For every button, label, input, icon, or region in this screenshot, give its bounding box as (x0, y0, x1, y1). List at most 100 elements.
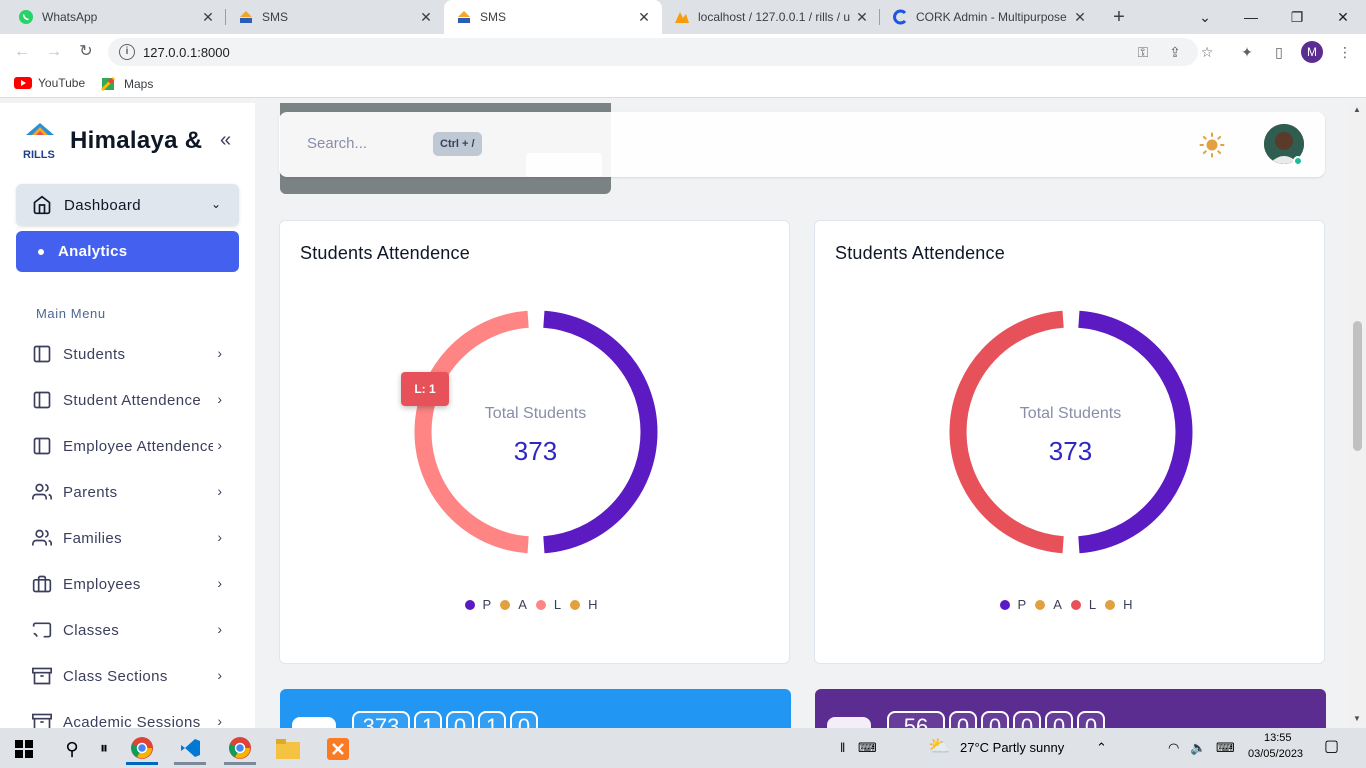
donut-slice-p[interactable] (543, 310, 658, 554)
minimize-icon[interactable]: — (1240, 6, 1262, 28)
close-icon[interactable]: ✕ (418, 9, 434, 26)
legend-item-a[interactable]: A (1035, 597, 1062, 612)
section-heading: Main Menu (36, 306, 106, 321)
tab-sms-2[interactable]: SMS ✕ (444, 0, 662, 34)
tab-sms-1[interactable]: SMS ✕ (226, 0, 444, 34)
sidebar-item-families[interactable]: Families › (32, 526, 222, 550)
address-bar[interactable]: i 127.0.0.1:8000 ⚿ ⇪ ☆ (108, 38, 1213, 66)
search-input[interactable] (307, 135, 437, 152)
legend-item-p[interactable]: P (464, 597, 491, 612)
extensions-icon[interactable]: ✦ (1236, 41, 1258, 63)
page-scrollbar[interactable]: ▲ ▼ (1349, 103, 1366, 728)
legend-item-l[interactable]: L (1070, 597, 1096, 612)
bookmark-star-icon[interactable]: ☆ (1196, 41, 1218, 63)
restore-icon[interactable]: ❐ (1286, 6, 1308, 28)
chevron-right-icon: › (217, 575, 222, 591)
chevron-right-icon: › (217, 667, 222, 683)
chrome-profile-icon[interactable] (126, 733, 158, 765)
sidebar-item-employee-attendence[interactable]: Employee Attendence › (32, 434, 222, 458)
legend-item-p[interactable]: P (999, 597, 1026, 612)
donut-slice-p[interactable] (1078, 310, 1193, 554)
legend-item-a[interactable]: A (500, 597, 527, 612)
browser-toolbar: ← → ↻ i 127.0.0.1:8000 ⚿ ⇪ ☆ ✦ ▯ M ⋮ (0, 34, 1366, 70)
attendance-card: Students Attendence Total Students 373 P… (279, 220, 790, 664)
site-info-icon[interactable]: i (119, 44, 135, 60)
scroll-up-icon[interactable]: ▲ (1353, 105, 1361, 114)
scroll-down-icon[interactable]: ▼ (1353, 714, 1361, 723)
back-icon[interactable]: ← (11, 41, 33, 63)
chart-center-label: Total Students (484, 405, 587, 422)
close-icon[interactable]: ✕ (1072, 9, 1088, 26)
card-title: Students Attendence (835, 243, 1005, 263)
bookmark-youtube[interactable]: YouTube (14, 76, 85, 90)
sidebar-item-students[interactable]: Students › (32, 342, 222, 366)
sidebar-item-label: Employee Attendence (63, 437, 213, 455)
profile-avatar[interactable]: M (1301, 41, 1323, 63)
clock-time[interactable]: 13:55 (1264, 732, 1292, 744)
task-view-icon[interactable]: ⏸ (88, 733, 120, 765)
windows-start-icon[interactable] (8, 733, 40, 765)
bookmark-maps[interactable]: Maps (100, 76, 153, 92)
sidebar-item-label: Analytics (58, 243, 128, 260)
key-icon[interactable]: ⚿ (1132, 41, 1154, 63)
donut-slice-l[interactable] (949, 310, 1064, 554)
volume-icon[interactable]: 🔈 (1190, 740, 1206, 756)
archive-icon (32, 667, 52, 685)
xampp-icon[interactable] (322, 733, 354, 765)
tab-search-icon[interactable]: ⌄ (1194, 6, 1216, 28)
vscode-icon[interactable] (174, 733, 206, 765)
scrollbar-thumb[interactable] (1353, 321, 1362, 451)
sidebar-item-class-sections[interactable]: Class Sections › (32, 664, 222, 688)
side-panel-icon[interactable]: ▯ (1268, 41, 1290, 63)
sidebar-item-employees[interactable]: Employees › (32, 572, 222, 596)
legend-item-h[interactable]: H (1105, 597, 1132, 612)
share-icon[interactable]: ⇪ (1164, 41, 1186, 63)
close-icon[interactable]: ✕ (636, 9, 652, 26)
tab-whatsapp[interactable]: WhatsApp ✕ (0, 0, 226, 34)
close-icon[interactable]: ✕ (200, 9, 216, 26)
legend-marker (464, 599, 475, 610)
legend-marker (570, 599, 581, 610)
search-icon[interactable]: ⚲ (56, 733, 88, 765)
sidebar-item-dashboard[interactable]: Dashboard ⌄ (16, 184, 239, 226)
chrome-icon[interactable] (224, 733, 256, 765)
sidebar-item-classes[interactable]: Classes › (32, 618, 222, 642)
sidebar-item-student-attendence[interactable]: Student Attendence › (32, 388, 222, 412)
sidebar-item-parents[interactable]: Parents › (32, 480, 222, 504)
tab-cork-admin[interactable]: CORK Admin - Multipurpose ✕ (880, 0, 1098, 34)
tab-phpmyadmin[interactable]: localhost / 127.0.0.1 / rills / u ✕ (662, 0, 880, 34)
donut-slice-l[interactable] (414, 310, 529, 554)
sidebar-subitem-analytics[interactable]: Analytics (16, 231, 239, 272)
home-icon (33, 195, 51, 215)
network-icon[interactable]: ◠ (1168, 740, 1179, 756)
menu-icon[interactable]: ⋮ (1334, 41, 1356, 63)
show-hidden-icons[interactable]: ⌃ (1096, 740, 1107, 756)
clock-date[interactable]: 03/05/2023 (1248, 748, 1303, 760)
keyboard-icon[interactable]: ⌨ (858, 740, 877, 756)
legend-item-h[interactable]: H (570, 597, 597, 612)
reload-icon[interactable]: ↻ (75, 41, 97, 63)
window-close-icon[interactable]: ✕ (1332, 6, 1354, 28)
collapse-sidebar-icon[interactable]: « (220, 130, 231, 150)
bookmark-label: Maps (124, 77, 154, 91)
brand[interactable]: RILLS Himalaya & (22, 121, 202, 161)
weather-icon[interactable]: ⛅ (928, 736, 950, 757)
notification-icon[interactable]: ▢ (1324, 736, 1339, 756)
counter-icon-badge (292, 717, 336, 728)
users-icon (32, 529, 52, 546)
file-explorer-icon[interactable] (272, 733, 304, 765)
rills-favicon-icon (456, 9, 472, 25)
svg-text:RILLS: RILLS (23, 149, 55, 161)
legend-item-l[interactable]: L (535, 597, 562, 612)
sidebar-item-academic-sessions[interactable]: Academic Sessions › (32, 710, 222, 728)
forward-icon[interactable]: → (43, 41, 65, 63)
sun-icon[interactable] (1199, 132, 1225, 158)
briefcase-icon (32, 575, 52, 593)
legend-label: L (553, 597, 562, 612)
weather-text[interactable]: 27°C Partly sunny (960, 740, 1064, 755)
brand-name: Himalaya & (70, 127, 203, 154)
archive-icon (32, 713, 52, 728)
keyboard-layout-icon[interactable]: ⌨ (1216, 740, 1235, 756)
new-tab-button[interactable]: + (1108, 6, 1130, 28)
close-icon[interactable]: ✕ (854, 9, 870, 26)
